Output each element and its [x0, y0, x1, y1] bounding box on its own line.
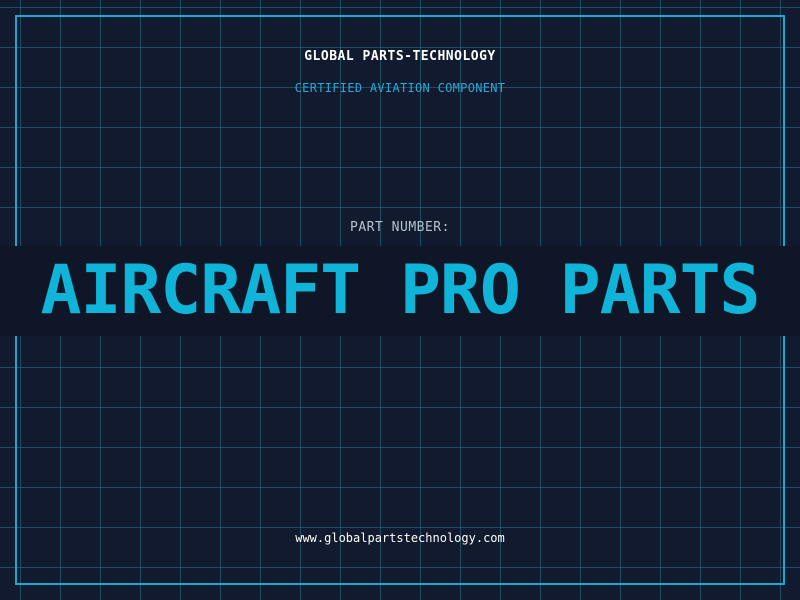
- company-name: GLOBAL PARTS-TECHNOLOGY: [304, 49, 496, 64]
- part-number-banner: AIRCRAFT PRO PARTS: [0, 246, 800, 336]
- website-url: www.globalpartstechnology.com: [295, 531, 505, 545]
- page-canvas: GLOBAL PARTS-TECHNOLOGY CERTIFIED AVIATI…: [0, 0, 800, 600]
- part-number-value: AIRCRAFT PRO PARTS: [40, 251, 761, 330]
- part-number-label: PART NUMBER:: [350, 220, 450, 235]
- tagline: CERTIFIED AVIATION COMPONENT: [294, 81, 506, 95]
